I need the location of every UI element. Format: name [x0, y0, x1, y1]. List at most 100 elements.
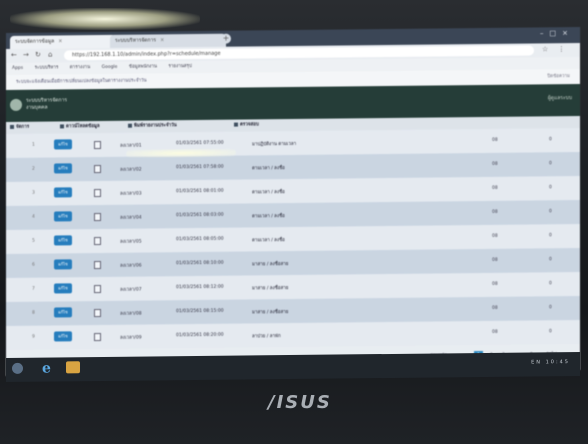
bookmark-item[interactable]: Google	[102, 65, 118, 70]
folder-icon[interactable]	[66, 361, 80, 374]
row-hours: 08	[492, 329, 498, 335]
row-number: 1	[32, 142, 35, 148]
notice-dismiss-link[interactable]: ปิดข้อความ	[547, 69, 570, 84]
row-extra: 0	[549, 161, 552, 167]
row-datetime: 01/03/2561 08:10:00	[176, 260, 224, 267]
row-extra: 0	[549, 185, 552, 191]
row-hours: 08	[492, 209, 498, 215]
row-hours: 08	[492, 137, 498, 143]
bookmark-item[interactable]: ข้อมูลพนักงาน	[129, 64, 157, 69]
row-checkbox[interactable]	[94, 309, 101, 318]
app-logo	[10, 98, 22, 111]
row-number: 4	[32, 214, 35, 220]
row-code: ลงเวลา/09	[120, 335, 142, 341]
row-datetime: 01/03/2561 07:55:00	[176, 140, 224, 147]
star-icon[interactable]: ☆	[542, 45, 548, 53]
notice-text: ระบบจะแจ้งเตือนเมื่อมีการเปลี่ยนแปลงข้อม…	[16, 78, 147, 85]
row-extra: 0	[549, 257, 552, 263]
bookmark-item[interactable]: ตารางงาน	[70, 65, 90, 70]
close-icon[interactable]: ×	[160, 37, 164, 43]
row-extra: 0	[549, 209, 552, 215]
row-checkbox[interactable]	[94, 213, 101, 222]
internet-explorer-icon[interactable]: e	[42, 361, 51, 377]
row-datetime: 01/03/2561 08:01:00	[176, 188, 224, 195]
row-number: 8	[32, 310, 35, 316]
edit-button[interactable]: แก้ไข	[54, 163, 72, 174]
data-grid: 1 แก้ไข ลงเวลา/01 01/03/2561 07:55:00 มาปฏิบ…	[6, 127, 580, 350]
row-code: ลงเวลา/02	[120, 167, 142, 173]
toolbar-item[interactable]: จัดการ	[10, 122, 29, 134]
row-code: ลงเวลา/07	[120, 287, 142, 293]
row-number: 7	[32, 286, 35, 292]
row-status: มาปฏิบัติงาน ตามเวลา	[252, 141, 297, 148]
row-status: ตามเวลา / ลงชื่อ	[252, 214, 285, 220]
forward-icon[interactable]: →	[23, 51, 29, 59]
window-controls[interactable]: –□×	[540, 29, 574, 37]
reload-icon[interactable]: ↻	[35, 51, 41, 59]
row-datetime: 01/03/2561 07:58:00	[176, 164, 224, 171]
menu-icon[interactable]: ⋮	[558, 45, 565, 53]
row-datetime: 01/03/2561 08:12:00	[176, 284, 224, 291]
row-code: ลงเวลา/01	[120, 143, 142, 149]
edit-button[interactable]: แก้ไข	[54, 331, 72, 342]
row-checkbox[interactable]	[94, 165, 101, 174]
row-checkbox[interactable]	[94, 189, 101, 198]
bookmark-item[interactable]: ระบบบริหาร	[35, 65, 59, 70]
system-tray[interactable]: EN 10:45	[531, 359, 570, 365]
bookmark-item[interactable]: รายงานสรุป	[168, 64, 191, 69]
toolbar-item[interactable]: พิมพ์รายงานประจำวัน	[128, 120, 177, 133]
new-tab-button[interactable]: +	[221, 33, 231, 44]
tab-label: ระบบจัดการข้อมูล	[15, 38, 55, 45]
edit-button[interactable]: แก้ไข	[54, 259, 72, 270]
brand-line-2: งานบุคคล	[26, 104, 48, 111]
row-datetime: 01/03/2561 08:15:00	[176, 308, 224, 315]
screen-glare	[126, 148, 236, 158]
row-checkbox[interactable]	[94, 333, 101, 342]
toolbar-item[interactable]: ดาวน์โหลดข้อมูล	[60, 121, 100, 133]
back-icon[interactable]: ←	[11, 51, 17, 59]
row-number: 3	[32, 190, 35, 196]
edit-button[interactable]: แก้ไข	[54, 307, 72, 318]
row-extra: 0	[549, 329, 552, 335]
row-number: 2	[32, 166, 35, 172]
download-icon	[60, 123, 64, 128]
row-code: ลงเวลา/06	[120, 263, 142, 269]
row-extra: 0	[549, 233, 552, 239]
edit-button[interactable]: แก้ไข	[54, 139, 72, 150]
grid-icon	[10, 124, 14, 129]
row-code: ลงเวลา/05	[120, 239, 142, 245]
check-icon	[234, 122, 238, 127]
row-hours: 08	[492, 257, 498, 263]
row-hours: 08	[492, 185, 498, 191]
row-code: ลงเวลา/03	[120, 191, 142, 197]
row-status: ตามเวลา / ลงชื่อ	[252, 190, 285, 196]
row-status: ลาป่วย / ลาพัก	[252, 334, 281, 340]
row-checkbox[interactable]	[94, 141, 101, 150]
row-checkbox[interactable]	[94, 261, 101, 270]
row-code: ลงเวลา/08	[120, 311, 142, 317]
start-button[interactable]	[12, 362, 23, 374]
toolbar-item[interactable]: ตรวจสอบ	[234, 119, 259, 131]
row-datetime: 01/03/2561 08:03:00	[176, 212, 224, 219]
user-menu[interactable]: ผู้ดูแลระบบ	[548, 94, 572, 102]
browser-tab-1[interactable]: ระบบจัดการข้อมูล ×	[10, 34, 116, 49]
close-icon[interactable]: ×	[58, 38, 62, 44]
row-extra: 0	[549, 305, 552, 311]
home-icon[interactable]: ⌂	[48, 51, 52, 59]
row-checkbox[interactable]	[94, 237, 101, 246]
toolbar-label: ตรวจสอบ	[240, 122, 259, 128]
toolbar-label: ดาวน์โหลดข้อมูล	[66, 124, 100, 130]
browser-tab-2[interactable]: ระบบบริหารจัดการ ×	[110, 33, 226, 48]
row-datetime: 01/03/2561 08:05:00	[176, 236, 224, 243]
edit-button[interactable]: แก้ไข	[54, 187, 72, 198]
row-extra: 0	[549, 281, 552, 287]
laptop-screen: ระบบจัดการข้อมูล × ระบบบริหารจัดการ × + –□…	[6, 26, 580, 377]
row-status: มาสาย / ลงชื่อสาย	[252, 286, 289, 292]
row-number: 9	[32, 334, 35, 340]
bookmark-item[interactable]: Apps	[12, 66, 23, 71]
edit-button[interactable]: แก้ไข	[54, 283, 72, 294]
edit-button[interactable]: แก้ไข	[54, 211, 72, 222]
tab-label: ระบบบริหารจัดการ	[115, 37, 157, 44]
edit-button[interactable]: แก้ไข	[54, 235, 72, 246]
row-checkbox[interactable]	[94, 285, 101, 294]
